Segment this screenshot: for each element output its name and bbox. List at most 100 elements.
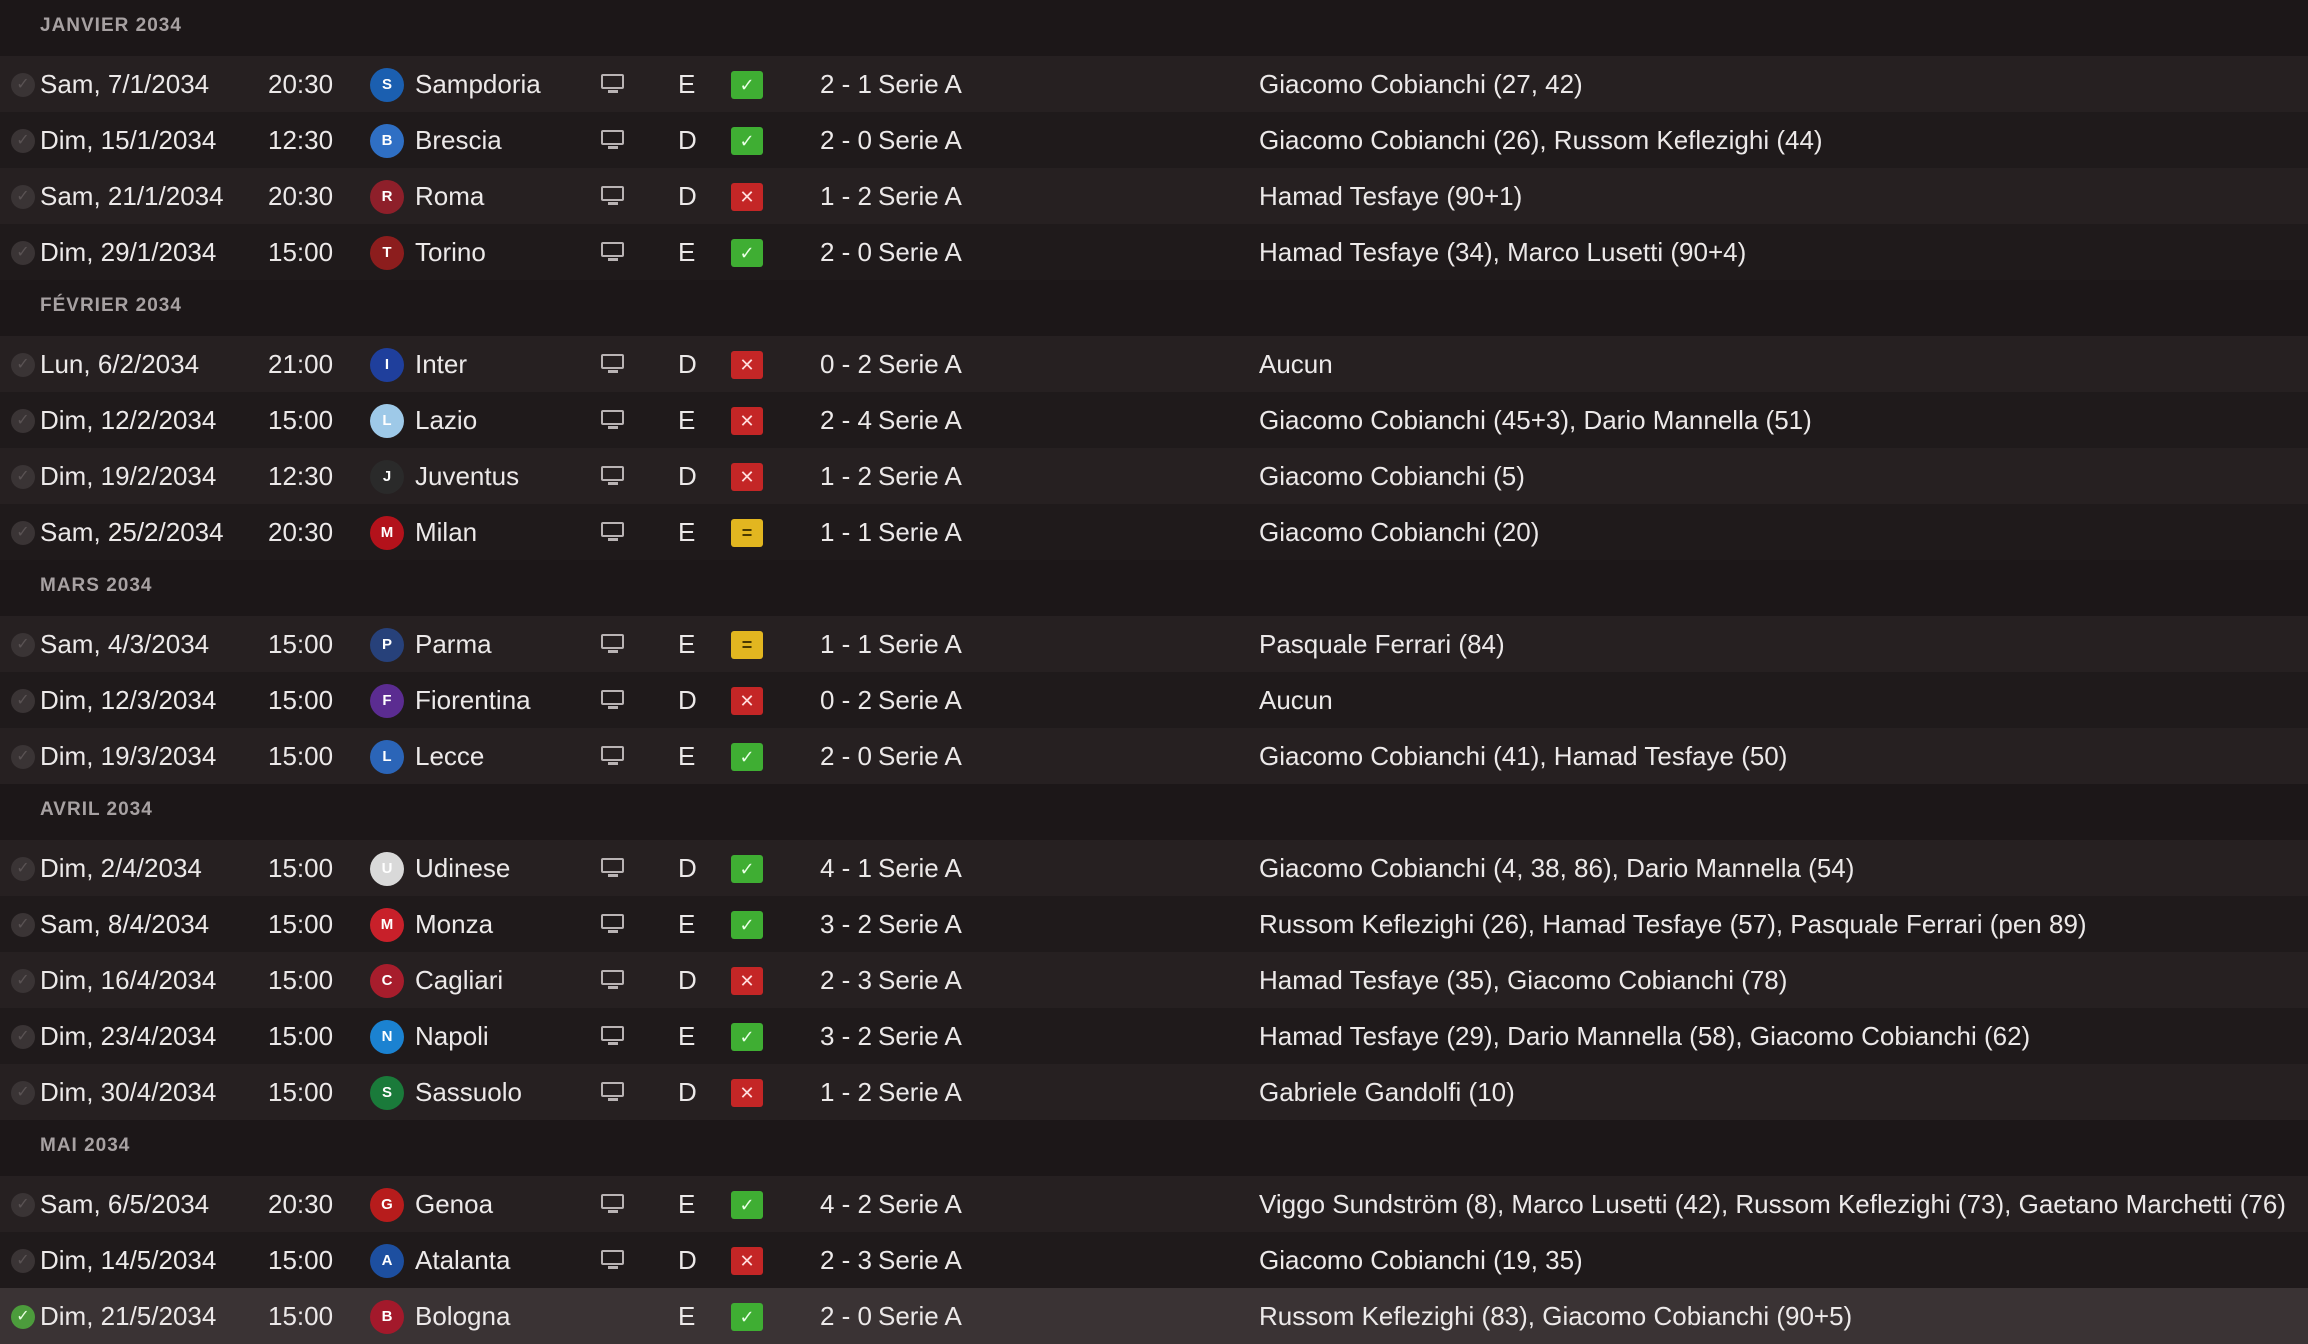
tv-broadcast-icon	[600, 1250, 626, 1272]
opponent-team-link[interactable]: Juventus	[415, 448, 519, 504]
competition-link[interactable]: Serie A	[878, 672, 962, 728]
competition-link[interactable]: Serie A	[878, 1008, 962, 1064]
match-time: 15:00	[268, 965, 334, 995]
select-check-icon[interactable]: ✓	[11, 185, 35, 209]
opponent-team-link[interactable]: Genoa	[415, 1176, 493, 1232]
select-check-icon[interactable]: ✓	[11, 1193, 35, 1217]
select-check-icon[interactable]: ✓	[11, 129, 35, 153]
match-time: 15:00	[268, 629, 334, 659]
fixtures-list: JANVIER 2034 ✓ Sam, 7/1/2034 20:30 S Sampdori…	[0, 0, 2308, 1344]
competition-link[interactable]: Serie A	[878, 1288, 962, 1344]
opponent-team-link[interactable]: Fiorentina	[415, 672, 531, 728]
opponent-team-link[interactable]: Sampdoria	[415, 56, 541, 112]
fixture-row[interactable]: ✓ Sam, 25/2/2034 20:30 M Milan E = 1 - 1 Serie A…	[0, 504, 2308, 560]
select-check-icon[interactable]: ✓	[11, 745, 35, 769]
fixture-row[interactable]: ✓ Dim, 19/2/2034 12:30 J Juventus D ✕ 1 - 2 Seri…	[0, 448, 2308, 504]
competition-link[interactable]: Serie A	[878, 224, 962, 280]
match-time: 15:00	[268, 405, 334, 435]
select-check-icon[interactable]: ✓	[11, 1025, 35, 1049]
opponent-team-link[interactable]: Brescia	[415, 112, 502, 168]
select-check-icon[interactable]: ✓	[11, 913, 35, 937]
result-badge-icon: =	[731, 631, 763, 659]
competition-link[interactable]: Serie A	[878, 1232, 962, 1288]
fixture-row[interactable]: ✓ Lun, 6/2/2034 21:00 I Inter D ✕ 0 - 2 Serie AA…	[0, 336, 2308, 392]
select-check-icon[interactable]: ✓	[11, 969, 35, 993]
match-date: Sam, 21/1/2034	[40, 181, 224, 211]
fixture-row[interactable]: ✓ Sam, 8/4/2034 15:00 M Monza E ✓ 3 - 2 Serie AR…	[0, 896, 2308, 952]
fixture-row[interactable]: ✓ Sam, 7/1/2034 20:30 S Sampdoria E ✓ 2 - 1 Seri…	[0, 56, 2308, 112]
opponent-team-link[interactable]: Bologna	[415, 1288, 510, 1344]
venue-indicator: E	[678, 1301, 696, 1331]
fixture-row[interactable]: ✓ Dim, 12/2/2034 15:00 L Lazio E ✕ 2 - 4 Serie A…	[0, 392, 2308, 448]
select-check-icon[interactable]: ✓	[11, 1249, 35, 1273]
fixture-row[interactable]: ✓ Dim, 2/4/2034 15:00 U Udinese D ✓ 4 - 1 Serie …	[0, 840, 2308, 896]
tv-broadcast-icon	[600, 1194, 626, 1216]
fixture-row[interactable]: ✓ Sam, 4/3/2034 15:00 P Parma E = 1 - 1 Serie AP…	[0, 616, 2308, 672]
fixture-row[interactable]: ✓ Dim, 21/5/2034 15:00 B Bologna E ✓ 2 - 0 Serie…	[0, 1288, 2308, 1344]
fixture-row[interactable]: ✓ Dim, 15/1/2034 12:30 B Brescia D ✓ 2 - 0 Serie…	[0, 112, 2308, 168]
opponent-team-link[interactable]: Sassuolo	[415, 1064, 522, 1120]
fixture-row[interactable]: ✓ Dim, 16/4/2034 15:00 C Cagliari D ✕ 2 - 3 Seri…	[0, 952, 2308, 1008]
opponent-team-link[interactable]: Udinese	[415, 840, 510, 896]
competition-link[interactable]: Serie A	[878, 448, 962, 504]
competition-link[interactable]: Serie A	[878, 56, 962, 112]
result-badge-icon: ✓	[731, 1191, 763, 1219]
select-check-icon[interactable]: ✓	[11, 689, 35, 713]
tv-broadcast-icon	[600, 634, 626, 656]
opponent-team-link[interactable]: Roma	[415, 168, 484, 224]
fixture-row[interactable]: ✓ Dim, 30/4/2034 15:00 S Sassuolo D ✕ 1 - 2 Seri…	[0, 1064, 2308, 1120]
fixture-row[interactable]: ✓ Dim, 14/5/2034 15:00 A Atalanta D ✕ 2 - 3 Seri…	[0, 1232, 2308, 1288]
select-check-icon[interactable]: ✓	[11, 857, 35, 881]
competition-link[interactable]: Serie A	[878, 1064, 962, 1120]
opponent-team-link[interactable]: Inter	[415, 336, 467, 392]
opponent-team-link[interactable]: Napoli	[415, 1008, 489, 1064]
competition-link[interactable]: Serie A	[878, 504, 962, 560]
competition-link[interactable]: Serie A	[878, 112, 962, 168]
competition-link[interactable]: Serie A	[878, 336, 962, 392]
select-check-icon[interactable]: ✓	[11, 465, 35, 489]
opponent-team-link[interactable]: Monza	[415, 896, 493, 952]
opponent-team-link[interactable]: Torino	[415, 224, 486, 280]
competition-link[interactable]: Serie A	[878, 1176, 962, 1232]
select-check-icon[interactable]: ✓	[11, 353, 35, 377]
fixture-row[interactable]: ✓ Dim, 19/3/2034 15:00 L Lecce E ✓ 2 - 0 Serie A…	[0, 728, 2308, 784]
fixture-row[interactable]: ✓ Dim, 29/1/2034 15:00 T Torino E ✓ 2 - 0 Serie …	[0, 224, 2308, 280]
goalscorers-text: Hamad Tesfaye (90+1)	[1259, 181, 1523, 211]
tv-broadcast-icon	[600, 410, 626, 432]
competition-link[interactable]: Serie A	[878, 616, 962, 672]
fixture-row[interactable]: ✓ Sam, 21/1/2034 20:30 R Roma D ✕ 1 - 2 Serie AH…	[0, 168, 2308, 224]
competition-link[interactable]: Serie A	[878, 896, 962, 952]
tv-broadcast-icon	[600, 354, 626, 376]
select-check-icon[interactable]: ✓	[11, 241, 35, 265]
goalscorers-text: Pasquale Ferrari (84)	[1259, 629, 1505, 659]
venue-indicator: D	[678, 461, 697, 491]
opponent-team-link[interactable]: Lecce	[415, 728, 484, 784]
select-check-icon[interactable]: ✓	[11, 521, 35, 545]
fixture-row[interactable]: ✓ Dim, 12/3/2034 15:00 F Fiorentina D ✕ 0 - 2 Se…	[0, 672, 2308, 728]
opponent-team-link[interactable]: Cagliari	[415, 952, 503, 1008]
opponent-team-link[interactable]: Atalanta	[415, 1232, 510, 1288]
select-check-icon[interactable]: ✓	[11, 633, 35, 657]
fixture-row[interactable]: ✓ Sam, 6/5/2034 20:30 G Genoa E ✓ 4 - 2 Serie AV…	[0, 1176, 2308, 1232]
select-check-icon[interactable]: ✓	[11, 409, 35, 433]
opponent-team-link[interactable]: Lazio	[415, 392, 477, 448]
competition-link[interactable]: Serie A	[878, 392, 962, 448]
competition-link[interactable]: Serie A	[878, 728, 962, 784]
match-time: 21:00	[268, 349, 334, 379]
team-crest-icon: A	[370, 1244, 404, 1278]
competition-link[interactable]: Serie A	[878, 840, 962, 896]
fixture-row[interactable]: ✓ Dim, 23/4/2034 15:00 N Napoli E ✓ 3 - 2 Serie …	[0, 1008, 2308, 1064]
tv-broadcast-icon	[600, 130, 626, 152]
opponent-team-link[interactable]: Parma	[415, 616, 492, 672]
result-badge-icon: =	[731, 519, 763, 547]
goalscorers-text: Giacomo Cobianchi (19, 35)	[1259, 1245, 1583, 1275]
select-check-icon[interactable]: ✓	[11, 73, 35, 97]
opponent-team-link[interactable]: Milan	[415, 504, 477, 560]
match-time: 15:00	[268, 237, 334, 267]
venue-indicator: D	[678, 1077, 697, 1107]
competition-link[interactable]: Serie A	[878, 952, 962, 1008]
select-check-icon[interactable]: ✓	[11, 1305, 35, 1329]
competition-link[interactable]: Serie A	[878, 168, 962, 224]
select-check-icon[interactable]: ✓	[11, 1081, 35, 1105]
match-date: Dim, 23/4/2034	[40, 1021, 217, 1051]
